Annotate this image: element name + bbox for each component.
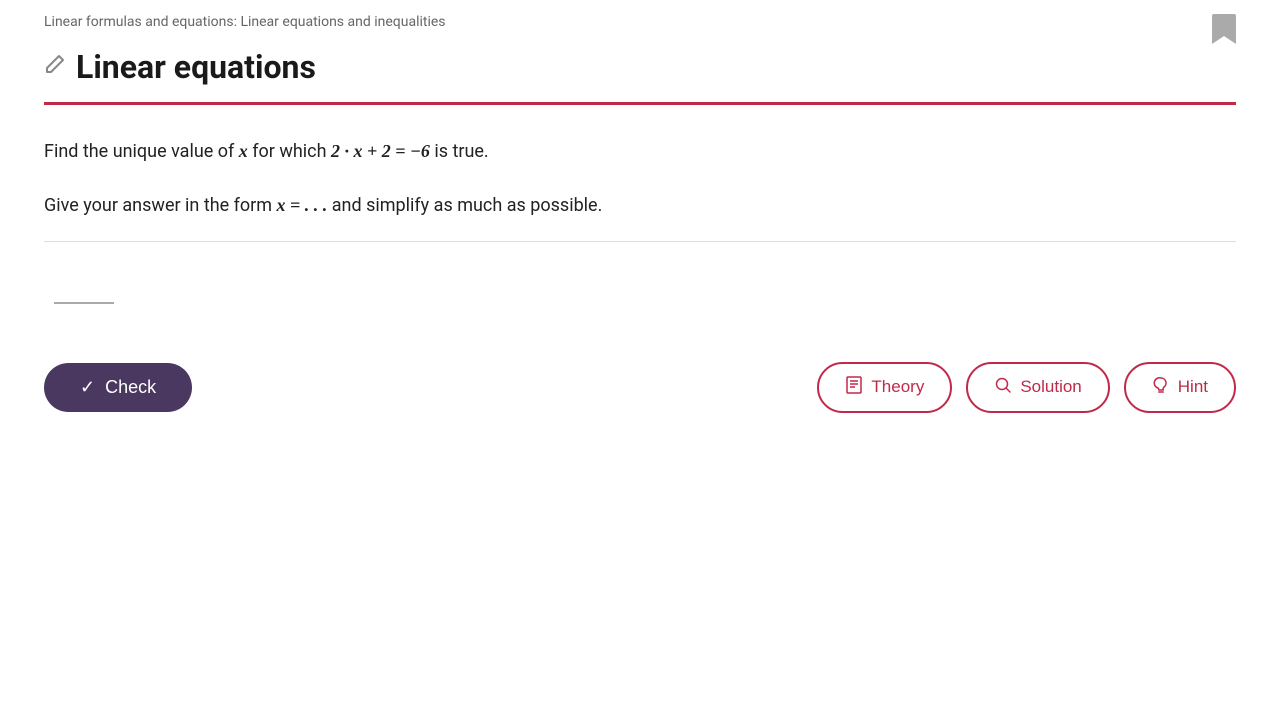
breadcrumb: Linear formulas and equations: Linear eq… — [0, 0, 1280, 40]
theory-button[interactable]: Theory — [817, 362, 952, 413]
theory-label: Theory — [871, 377, 924, 397]
page-header: Linear equations — [0, 40, 1280, 86]
solution-icon — [994, 376, 1012, 399]
solution-label: Solution — [1020, 377, 1081, 397]
bookmark-icon[interactable] — [1212, 14, 1236, 52]
hint-button[interactable]: Hint — [1124, 362, 1236, 413]
answer-input[interactable] — [54, 280, 114, 304]
check-button[interactable]: ✓ Check — [44, 363, 192, 412]
content-area: Find the unique value of x for which 2 ·… — [0, 105, 1280, 413]
hint-label: Hint — [1178, 377, 1208, 397]
theory-icon — [845, 376, 863, 399]
helper-buttons: Theory Solution Hint — [817, 362, 1236, 413]
input-divider — [44, 241, 1236, 242]
answer-input-wrapper[interactable] — [54, 280, 114, 304]
problem-line-2: Give your answer in the form x = . . . a… — [44, 191, 1236, 221]
check-icon: ✓ — [80, 377, 95, 398]
pencil-icon — [44, 53, 66, 81]
problem-line-1: Find the unique value of x for which 2 ·… — [44, 137, 1236, 167]
answer-area — [44, 270, 1236, 330]
check-label: Check — [105, 377, 156, 398]
page-title: Linear equations — [76, 48, 316, 86]
hint-icon — [1152, 376, 1170, 399]
actions-row: ✓ Check Theory — [44, 362, 1236, 413]
solution-button[interactable]: Solution — [966, 362, 1109, 413]
